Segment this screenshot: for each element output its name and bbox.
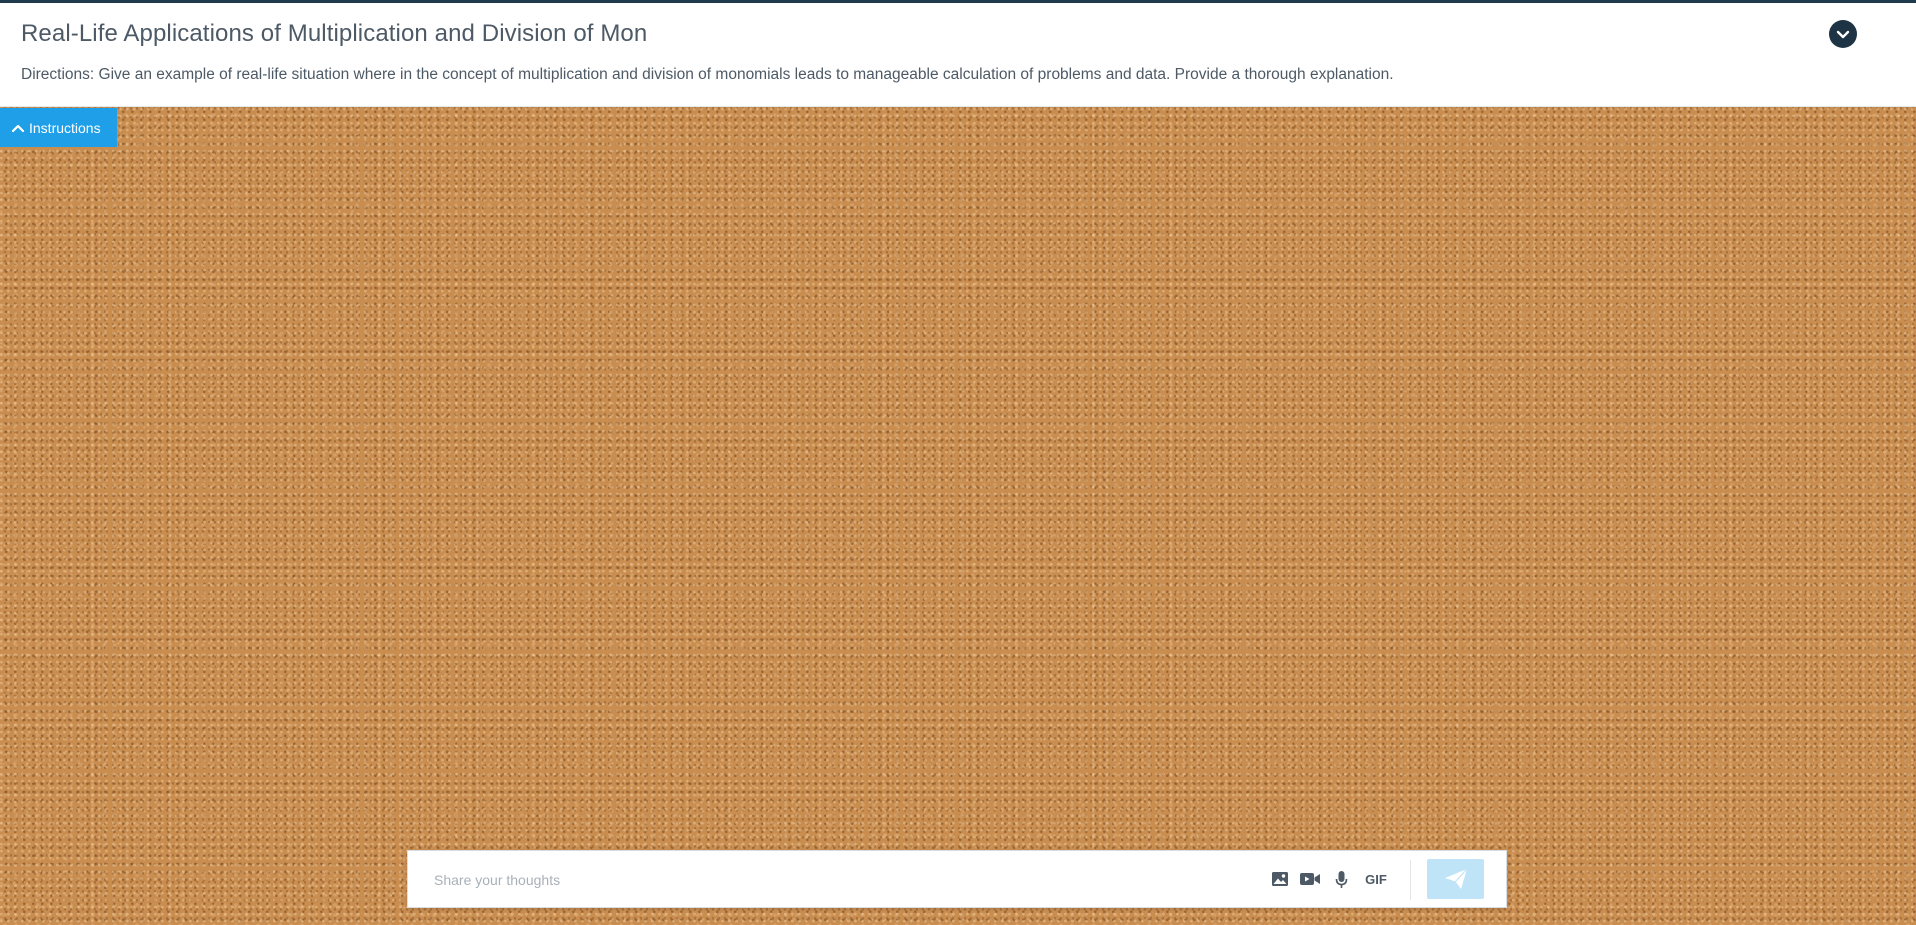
corkboard-canvas[interactable] (0, 107, 1916, 925)
add-video-button[interactable] (1297, 868, 1323, 890)
video-icon (1300, 873, 1320, 885)
gif-label: GIF (1365, 871, 1387, 887)
add-image-button[interactable] (1268, 868, 1292, 890)
chevron-down-icon (1836, 30, 1850, 39)
image-icon (1272, 872, 1288, 886)
directions-text: Directions: Give an example of real-life… (21, 66, 1394, 83)
instructions-label: Instructions (29, 119, 101, 136)
chevron-up-icon (11, 122, 25, 134)
paper-plane-icon (1444, 868, 1467, 889)
composer-divider (1410, 860, 1411, 900)
add-gif-button[interactable]: GIF (1363, 868, 1389, 890)
instructions-toggle-button[interactable]: Instructions (0, 108, 117, 147)
share-thoughts-input[interactable] (434, 870, 1234, 890)
send-button[interactable] (1427, 859, 1484, 899)
prompt-header: Real-Life Applications of Multiplication… (0, 3, 1916, 107)
record-audio-button[interactable] (1333, 868, 1349, 890)
collapse-header-button[interactable] (1829, 20, 1857, 48)
page-title: Real-Life Applications of Multiplication… (21, 20, 648, 47)
microphone-icon (1335, 870, 1347, 888)
post-composer: GIF (407, 850, 1507, 908)
